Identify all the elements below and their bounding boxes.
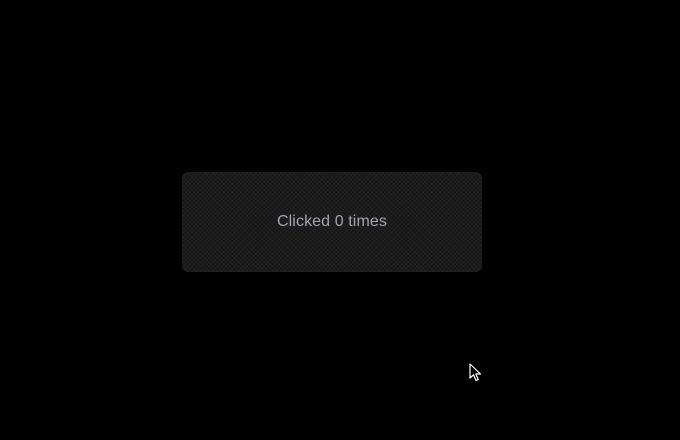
page-canvas: Clicked 0 times [0,0,680,440]
click-counter-button[interactable]: Clicked 0 times [182,172,482,272]
click-counter-label: Clicked 0 times [277,213,387,230]
mouse-pointer-icon [469,363,482,382]
